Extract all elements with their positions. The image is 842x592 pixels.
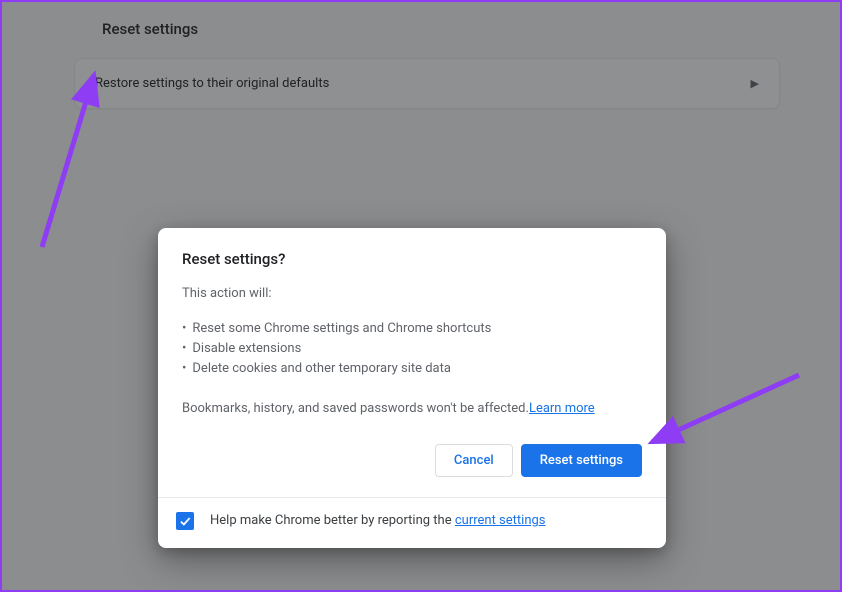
check-icon [178, 514, 192, 528]
dialog-note: Bookmarks, history, and saved passwords … [182, 399, 642, 419]
bullet-item: Disable extensions [182, 339, 642, 359]
footer-text: Help make Chrome better by reporting the… [210, 513, 546, 528]
dialog-bullet-list: Reset some Chrome settings and Chrome sh… [182, 319, 642, 379]
reset-settings-button[interactable]: Reset settings [521, 444, 642, 477]
cancel-button[interactable]: Cancel [435, 444, 513, 477]
dialog-footer: Help make Chrome better by reporting the… [158, 497, 666, 548]
report-checkbox[interactable] [176, 512, 194, 530]
dialog-intro: This action will: [182, 286, 642, 301]
dialog-title: Reset settings? [182, 250, 642, 268]
current-settings-link[interactable]: current settings [455, 513, 546, 528]
bullet-item: Reset some Chrome settings and Chrome sh… [182, 319, 642, 339]
reset-settings-dialog: Reset settings? This action will: Reset … [158, 228, 666, 548]
bullet-item: Delete cookies and other temporary site … [182, 359, 642, 379]
learn-more-link[interactable]: Learn more [529, 401, 595, 416]
